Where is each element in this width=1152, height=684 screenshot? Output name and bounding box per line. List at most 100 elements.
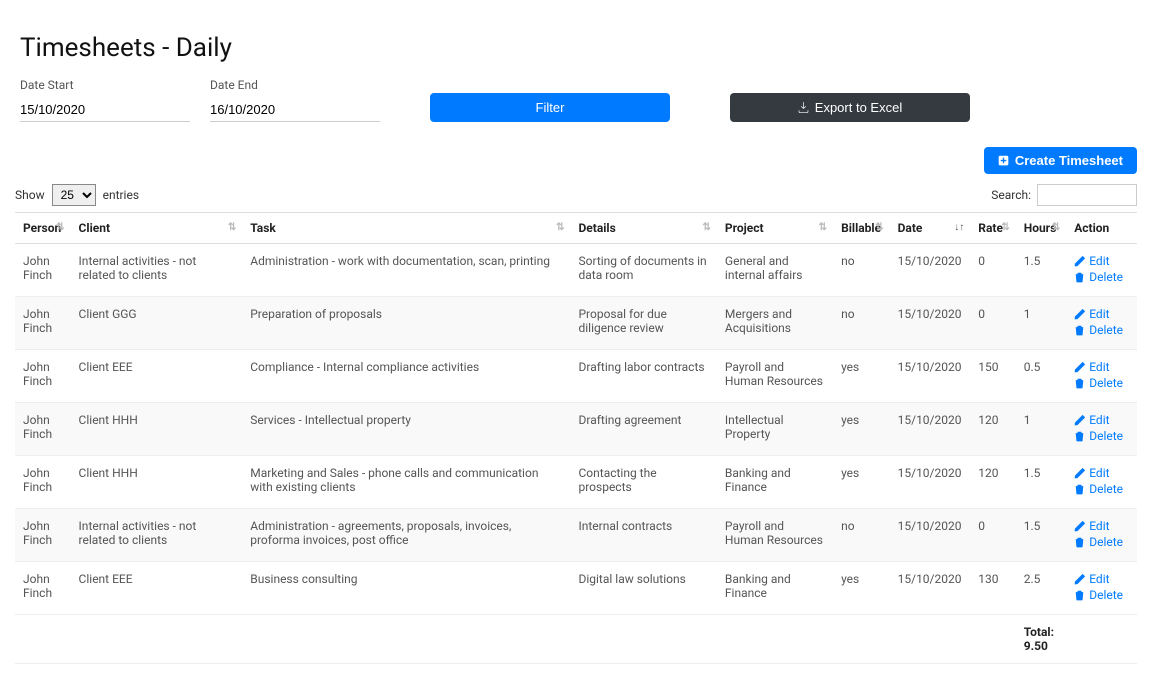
- cell-hours: 2.5: [1016, 562, 1067, 615]
- cell-client: Client HHH: [71, 456, 243, 509]
- cell-date: 15/10/2020: [890, 456, 971, 509]
- cell-project: Payroll and Human Resources: [717, 509, 833, 562]
- col-person[interactable]: Person⇅: [15, 213, 71, 244]
- cell-client: Internal activities - not related to cli…: [71, 509, 243, 562]
- cell-rate: 0: [970, 244, 1015, 297]
- col-action: Action: [1066, 213, 1137, 244]
- pencil-icon: [1074, 574, 1085, 585]
- sort-icon: ⇅: [1052, 224, 1060, 232]
- pencil-icon: [1074, 362, 1085, 373]
- col-rate[interactable]: Rate⇅: [970, 213, 1015, 244]
- col-client[interactable]: Client⇅: [71, 213, 243, 244]
- table-row: John FinchClient EEEBusiness consultingD…: [15, 562, 1137, 615]
- cell-date: 15/10/2020: [890, 244, 971, 297]
- cell-hours: 1: [1016, 403, 1067, 456]
- table-row: John FinchInternal activities - not rela…: [15, 244, 1137, 297]
- cell-action: Edit Delete: [1066, 403, 1137, 456]
- table-row: John FinchClient EEECompliance - Interna…: [15, 350, 1137, 403]
- date-start-input[interactable]: [20, 96, 190, 122]
- cell-rate: 120: [970, 456, 1015, 509]
- cell-task: Administration - agreements, proposals, …: [242, 509, 570, 562]
- delete-link[interactable]: Delete: [1074, 376, 1129, 390]
- cell-project: Mergers and Acquisitions: [717, 297, 833, 350]
- delete-link[interactable]: Delete: [1074, 588, 1129, 602]
- edit-link[interactable]: Edit: [1074, 307, 1129, 321]
- cell-billable: yes: [833, 403, 890, 456]
- cell-action: Edit Delete: [1066, 297, 1137, 350]
- cell-rate: 150: [970, 350, 1015, 403]
- col-task[interactable]: Task⇅: [242, 213, 570, 244]
- export-button[interactable]: Export to Excel: [730, 93, 970, 122]
- delete-link[interactable]: Delete: [1074, 535, 1129, 549]
- col-date[interactable]: Date↓↑: [890, 213, 971, 244]
- date-start-label: Date Start: [20, 78, 190, 92]
- sort-icon: ⇅: [819, 224, 827, 232]
- trash-icon: [1074, 537, 1085, 548]
- edit-link[interactable]: Edit: [1074, 360, 1129, 374]
- cell-billable: yes: [833, 350, 890, 403]
- date-start-group: Date Start: [20, 78, 190, 122]
- cell-action: Edit Delete: [1066, 456, 1137, 509]
- filter-button[interactable]: Filter: [430, 93, 670, 122]
- create-timesheet-button[interactable]: Create Timesheet: [984, 147, 1137, 174]
- cell-details: Digital law solutions: [570, 562, 716, 615]
- trash-icon: [1074, 431, 1085, 442]
- cell-date: 15/10/2020: [890, 562, 971, 615]
- edit-link[interactable]: Edit: [1074, 254, 1129, 268]
- cell-person: John Finch: [15, 456, 71, 509]
- cell-action: Edit Delete: [1066, 244, 1137, 297]
- search-input[interactable]: [1037, 184, 1137, 206]
- col-project[interactable]: Project⇅: [717, 213, 833, 244]
- date-end-input[interactable]: [210, 96, 380, 122]
- cell-task: Marketing and Sales - phone calls and co…: [242, 456, 570, 509]
- cell-rate: 130: [970, 562, 1015, 615]
- delete-link[interactable]: Delete: [1074, 323, 1129, 337]
- sort-icon: ↓↑: [954, 224, 964, 232]
- entries-select[interactable]: 25: [52, 184, 96, 206]
- cell-hours: 1.5: [1016, 509, 1067, 562]
- cell-billable: yes: [833, 562, 890, 615]
- cell-project: Payroll and Human Resources: [717, 350, 833, 403]
- cell-client: Client GGG: [71, 297, 243, 350]
- create-timesheet-label: Create Timesheet: [1015, 153, 1123, 168]
- cell-project: Banking and Finance: [717, 562, 833, 615]
- total-cell: Total: 9.50: [1016, 615, 1067, 664]
- search-label: Search:: [991, 188, 1031, 202]
- trash-icon: [1074, 484, 1085, 495]
- show-label: Show: [15, 188, 45, 202]
- export-button-label: Export to Excel: [815, 100, 902, 115]
- cell-hours: 1.5: [1016, 456, 1067, 509]
- edit-link[interactable]: Edit: [1074, 466, 1129, 480]
- table-row: John FinchClient HHHServices - Intellect…: [15, 403, 1137, 456]
- cell-person: John Finch: [15, 297, 71, 350]
- table-row: John FinchInternal activities - not rela…: [15, 509, 1137, 562]
- cell-hours: 1: [1016, 297, 1067, 350]
- cell-client: Client HHH: [71, 403, 243, 456]
- cell-person: John Finch: [15, 562, 71, 615]
- delete-link[interactable]: Delete: [1074, 429, 1129, 443]
- search-box: Search:: [991, 184, 1137, 206]
- sort-icon: ⇅: [56, 224, 64, 232]
- cell-date: 15/10/2020: [890, 350, 971, 403]
- cell-action: Edit Delete: [1066, 350, 1137, 403]
- cell-task: Compliance - Internal compliance activit…: [242, 350, 570, 403]
- col-billable[interactable]: Billable⇅: [833, 213, 890, 244]
- sort-icon: ⇅: [556, 224, 564, 232]
- cell-project: Banking and Finance: [717, 456, 833, 509]
- edit-link[interactable]: Edit: [1074, 572, 1129, 586]
- col-details[interactable]: Details⇅: [570, 213, 716, 244]
- cell-hours: 1.5: [1016, 244, 1067, 297]
- col-hours[interactable]: Hours⇅: [1016, 213, 1067, 244]
- cell-billable: no: [833, 244, 890, 297]
- cell-billable: no: [833, 509, 890, 562]
- timesheets-table: Person⇅ Client⇅ Task⇅ Details⇅ Project⇅ …: [15, 212, 1137, 664]
- cell-date: 15/10/2020: [890, 403, 971, 456]
- delete-link[interactable]: Delete: [1074, 482, 1129, 496]
- delete-link[interactable]: Delete: [1074, 270, 1129, 284]
- cell-person: John Finch: [15, 509, 71, 562]
- cell-project: Intellectual Property: [717, 403, 833, 456]
- edit-link[interactable]: Edit: [1074, 413, 1129, 427]
- edit-link[interactable]: Edit: [1074, 519, 1129, 533]
- cell-details: Contacting the prospects: [570, 456, 716, 509]
- download-icon: [798, 102, 809, 113]
